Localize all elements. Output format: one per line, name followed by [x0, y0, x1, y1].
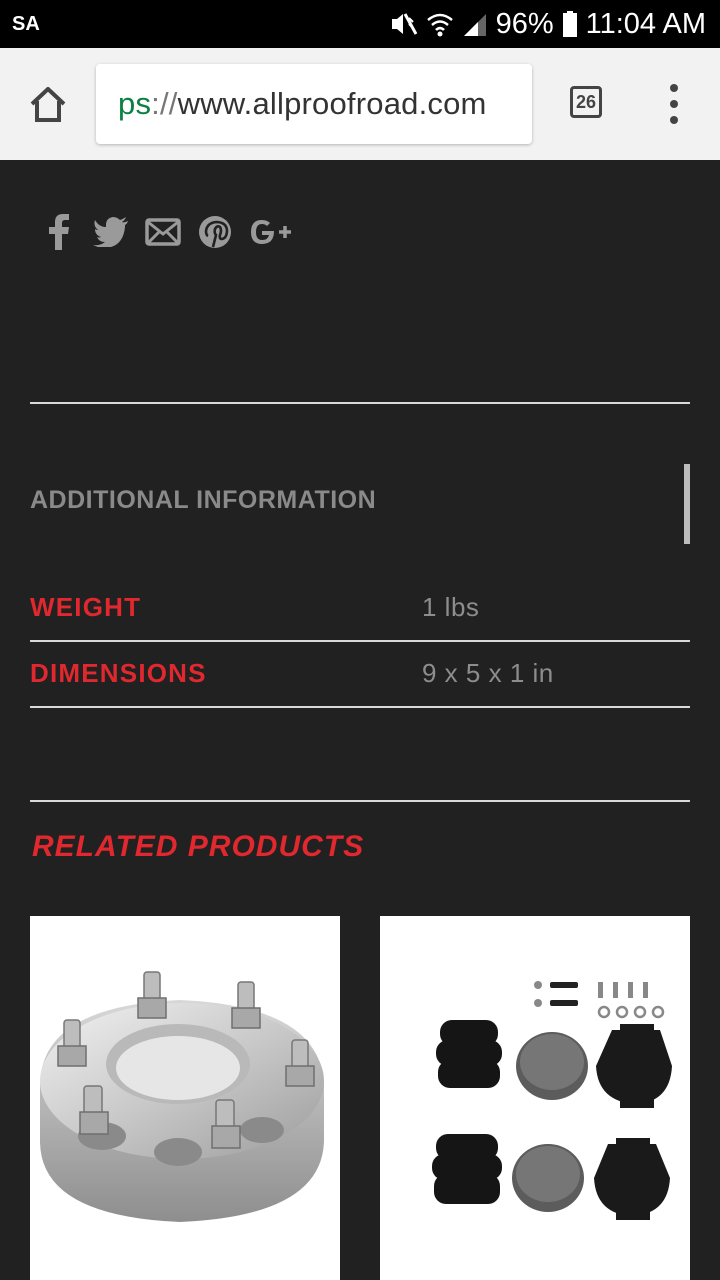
carrier-label: SA [12, 13, 40, 35]
product-card-bump-stop-kit[interactable] [380, 916, 690, 1280]
tab-switcher-button[interactable]: 26 [570, 86, 602, 118]
product-card-wheel-spacer[interactable] [30, 916, 340, 1280]
related-products-heading: RELATED PRODUCTS [32, 830, 365, 863]
google-plus-icon[interactable] [248, 212, 294, 252]
menu-dot [670, 100, 678, 108]
url-host: www.allproofroad.com [177, 86, 487, 121]
overflow-menu-button[interactable] [664, 84, 684, 124]
battery-percent: 96% [495, 7, 554, 40]
facebook-icon[interactable] [40, 212, 78, 252]
battery-icon [562, 11, 577, 37]
twitter-icon[interactable] [92, 212, 130, 252]
section-indicator [684, 464, 690, 544]
home-button[interactable] [26, 82, 70, 126]
spec-label-dimensions: DIMENSIONS [30, 658, 207, 688]
wheel-spacer-image [40, 971, 324, 1222]
social-share-bar [40, 212, 294, 252]
spec-label-weight: WEIGHT [30, 592, 142, 622]
bump-stop-kit-image [432, 981, 672, 1220]
signal-icon [463, 14, 486, 36]
divider [30, 800, 690, 802]
status-bar: SA 96% 11:04 AM [0, 0, 720, 48]
divider [30, 402, 690, 404]
divider [30, 640, 690, 642]
address-bar[interactable]: ps://www.allproofroad.com [96, 64, 532, 144]
url-separator: :// [151, 86, 178, 121]
url-scheme: ps [118, 86, 152, 121]
additional-info-heading[interactable]: ADDITIONAL INFORMATION [30, 486, 376, 515]
menu-dot [670, 116, 678, 124]
wifi-icon [426, 13, 453, 37]
divider [30, 706, 690, 708]
menu-dot [670, 84, 678, 92]
email-icon[interactable] [144, 212, 182, 252]
spec-value-weight: 1 lbs [422, 592, 480, 622]
browser-toolbar: ps://www.allproofroad.com 26 [0, 48, 720, 160]
url-text: ps://www.allproofroad.com [118, 86, 487, 122]
mute-vibrate-icon [391, 13, 417, 35]
home-icon [30, 87, 66, 122]
pinterest-icon[interactable] [196, 212, 234, 252]
clock: 11:04 AM [585, 7, 706, 40]
spec-value-dimensions: 9 x 5 x 1 in [422, 658, 554, 688]
